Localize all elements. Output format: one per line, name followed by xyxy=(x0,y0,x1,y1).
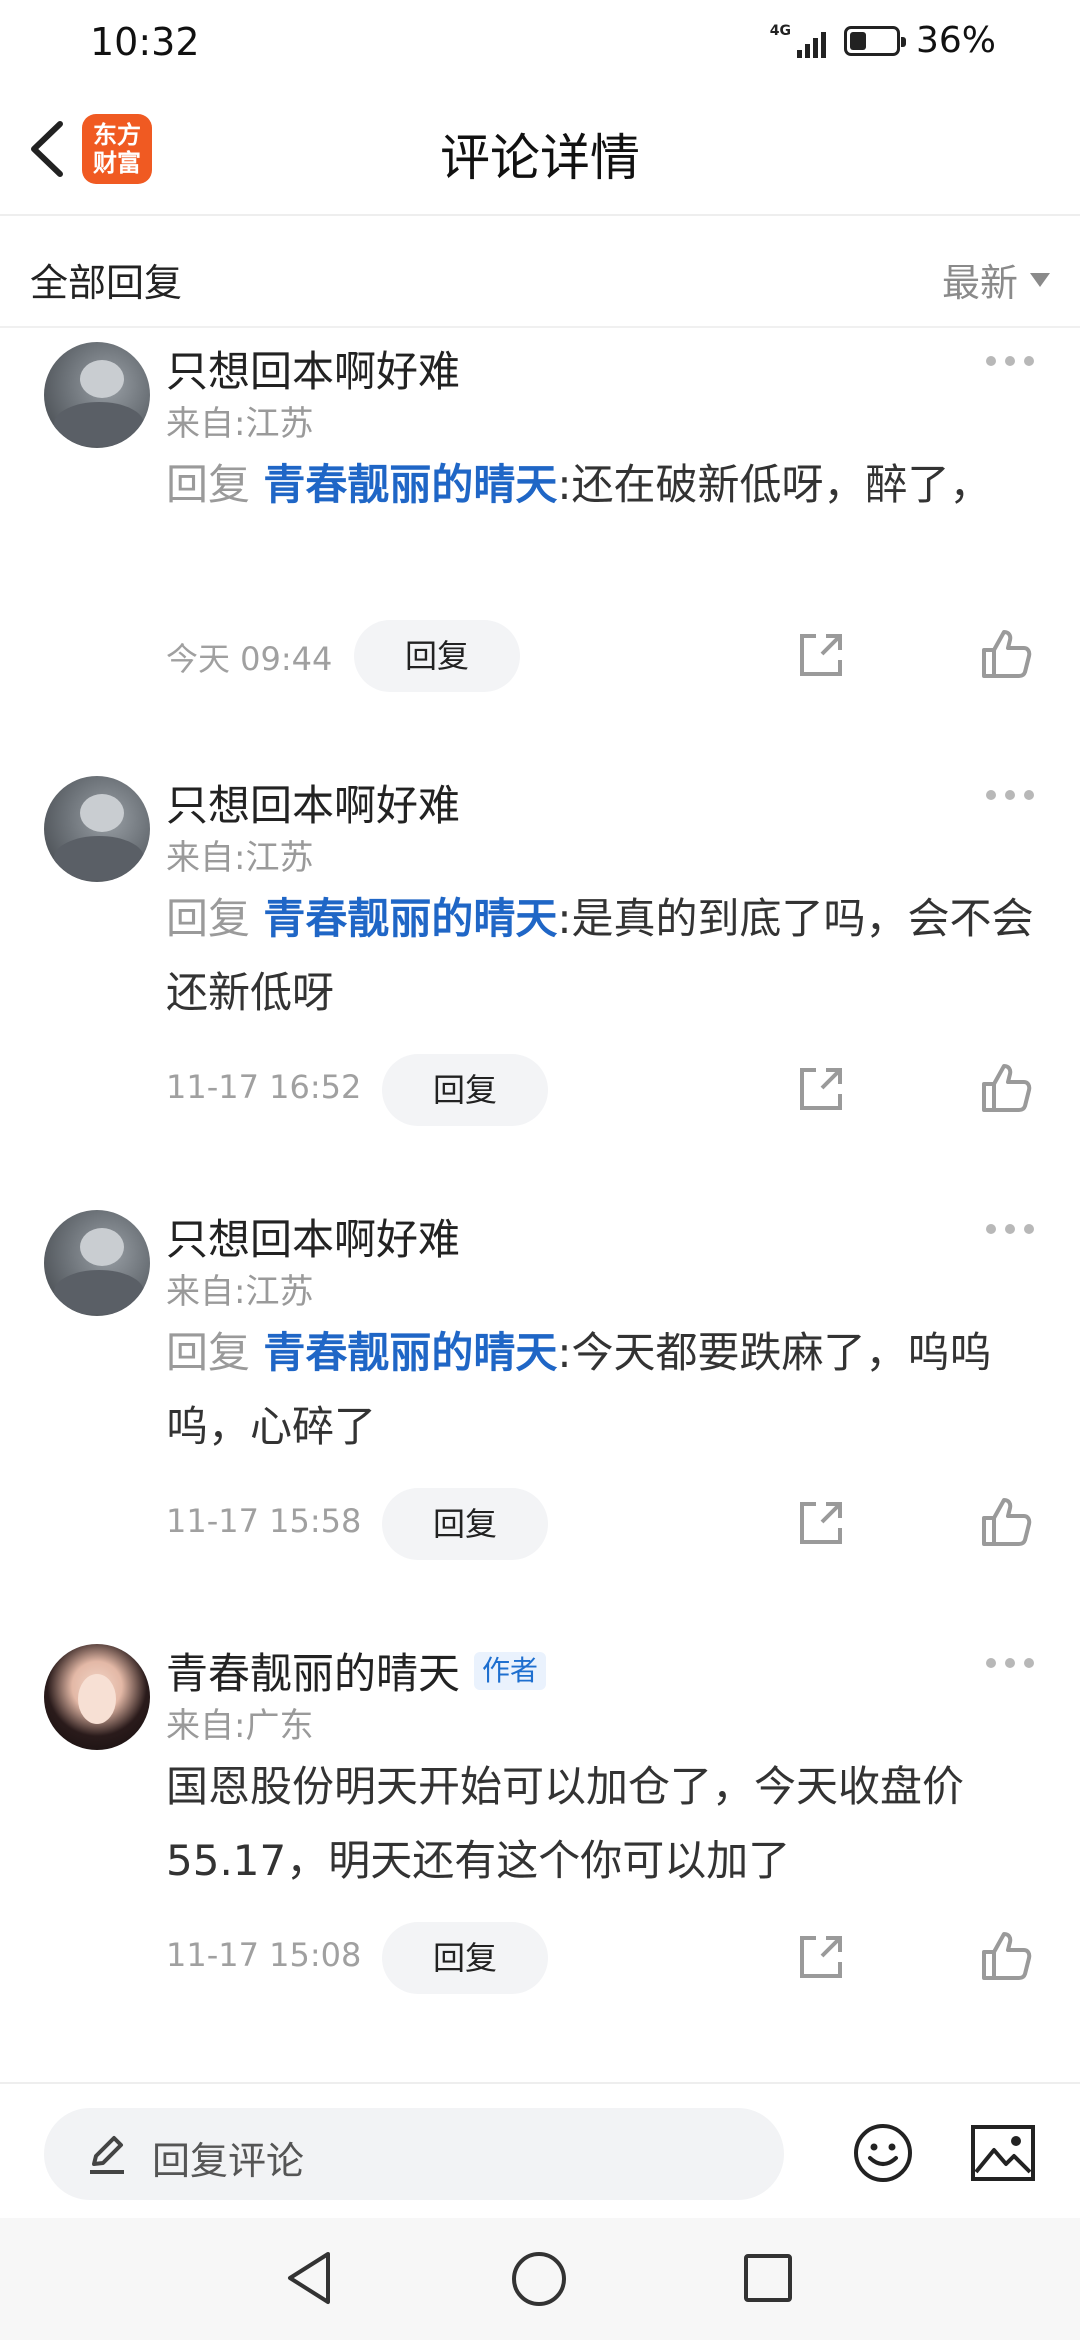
reply-prefix: 回复 xyxy=(166,894,251,943)
comment-item: 只想回本啊好难 来自:江苏 回复 青春靓丽的晴天:是真的到底了吗，会不会还新低呀… xyxy=(0,764,1080,1198)
comment-detail-screen: 10:32 4G 36% 东方 财富 评论详情 全部回复 最新 只想回本啊好难 … xyxy=(0,0,1080,2340)
sort-dropdown[interactable]: 最新 xyxy=(942,252,1050,307)
status-time: 10:32 xyxy=(90,20,200,64)
location-label: 来自:江苏 xyxy=(166,404,314,444)
mention-link[interactable]: 青春靓丽的晴天 xyxy=(263,894,557,943)
comment-item: 青春靓丽的晴天 作者 来自:广东 国恩股份明天开始可以加仓了，今天收盘价55.1… xyxy=(0,1632,1080,2066)
all-replies-label: 全部回复 xyxy=(30,261,183,305)
comment-body: :还在破新低呀，醉了， xyxy=(557,460,992,509)
location-label: 来自:江苏 xyxy=(166,1272,314,1312)
dropdown-arrow-icon xyxy=(1030,272,1050,287)
comment-text: 回复 青春靓丽的晴天:今天都要跌麻了，呜呜呜，心碎了 xyxy=(166,1316,1036,1464)
comment-item: 只想回本啊好难 来自:江苏 回复 青春靓丽的晴天:今天都要跌麻了，呜呜呜，心碎了… xyxy=(0,1198,1080,1632)
username[interactable]: 只想回本啊好难 xyxy=(166,1206,460,1267)
emoji-icon[interactable] xyxy=(852,2122,914,2184)
reply-input-bar: 回复评论 xyxy=(0,2082,1080,2218)
avatar[interactable] xyxy=(44,1644,150,1750)
username[interactable]: 只想回本啊好难 xyxy=(166,772,460,833)
avatar[interactable] xyxy=(44,776,150,882)
reply-button[interactable]: 回复 xyxy=(382,1488,548,1560)
author-badge: 作者 xyxy=(474,1651,547,1690)
location-label: 来自:广东 xyxy=(166,1706,314,1746)
share-icon[interactable] xyxy=(794,1062,848,1116)
reply-input[interactable]: 回复评论 xyxy=(44,2108,784,2200)
username-text: 只想回本啊好难 xyxy=(166,781,461,830)
comment-body: 国恩股份明天开始可以加仓了，今天收盘价55.17，明天还有这个你可以加了 xyxy=(166,1762,965,1885)
thumbs-up-icon[interactable] xyxy=(978,1494,1034,1550)
nav-back-icon[interactable] xyxy=(282,2248,338,2308)
comment-actions: 11-17 16:52 回复 xyxy=(166,1054,1046,1126)
thumbs-up-icon[interactable] xyxy=(978,1928,1034,1984)
mention-link[interactable]: 青春靓丽的晴天 xyxy=(263,1328,557,1377)
username[interactable]: 只想回本啊好难 xyxy=(166,338,460,399)
thumbs-up-icon[interactable] xyxy=(978,1060,1034,1116)
battery-icon xyxy=(843,25,906,56)
comment-time: 11-17 15:58 xyxy=(166,1502,362,1540)
comment-text: 回复 青春靓丽的晴天:还在破新低呀，醉了， xyxy=(166,448,1036,522)
reply-prefix: 回复 xyxy=(166,460,251,509)
comment-text: 回复 青春靓丽的晴天:是真的到底了吗，会不会还新低呀 xyxy=(166,882,1036,1030)
reply-button[interactable]: 回复 xyxy=(354,620,520,692)
replies-subheader: 全部回复 最新 xyxy=(0,216,1080,328)
comment-time: 11-17 16:52 xyxy=(166,1068,362,1106)
share-icon[interactable] xyxy=(794,628,848,682)
thumbs-up-icon[interactable] xyxy=(978,626,1034,682)
signal-icon: 4G xyxy=(770,24,826,58)
comment-item: 只想回本啊好难 来自:江苏 回复 青春靓丽的晴天:还在破新低呀，醉了， 今天 0… xyxy=(0,330,1080,764)
nav-home-icon[interactable] xyxy=(512,2252,566,2306)
reply-prefix: 回复 xyxy=(166,1328,251,1377)
username-text: 只想回本啊好难 xyxy=(166,1215,461,1264)
reply-button[interactable]: 回复 xyxy=(382,1054,548,1126)
avatar[interactable] xyxy=(44,342,150,448)
more-dots-icon[interactable] xyxy=(986,356,1034,368)
header-bar: 东方 财富 评论详情 xyxy=(0,84,1080,216)
nav-recents-icon[interactable] xyxy=(744,2254,792,2302)
reply-button[interactable]: 回复 xyxy=(382,1922,548,1994)
page-title: 评论详情 xyxy=(440,129,640,187)
more-dots-icon[interactable] xyxy=(986,1658,1034,1670)
battery-percent: 36% xyxy=(915,20,996,61)
status-icons: 4G 36% xyxy=(770,20,996,61)
comment-time: 11-17 15:08 xyxy=(166,1936,362,1974)
more-dots-icon[interactable] xyxy=(986,790,1034,802)
mention-link[interactable]: 青春靓丽的晴天 xyxy=(263,460,557,509)
avatar[interactable] xyxy=(44,1210,150,1316)
comment-actions: 今天 09:44 回复 xyxy=(166,620,1046,692)
comment-actions: 11-17 15:58 回复 xyxy=(166,1488,1046,1560)
system-nav-bar xyxy=(0,2218,1080,2340)
image-icon[interactable] xyxy=(970,2124,1036,2182)
comment-text: 国恩股份明天开始可以加仓了，今天收盘价55.17，明天还有这个你可以加了 xyxy=(166,1750,1036,1898)
sort-label: 最新 xyxy=(941,261,1018,305)
location-label: 来自:江苏 xyxy=(166,838,314,878)
share-icon[interactable] xyxy=(794,1930,848,1984)
more-dots-icon[interactable] xyxy=(986,1224,1034,1236)
share-icon[interactable] xyxy=(794,1496,848,1550)
reply-input-placeholder: 回复评论 xyxy=(152,2139,305,2183)
username-text: 只想回本啊好难 xyxy=(166,347,461,396)
comment-actions: 11-17 15:08 回复 xyxy=(166,1922,1046,1994)
network-type: 4G xyxy=(769,22,791,39)
comment-time: 今天 09:44 xyxy=(166,640,333,678)
status-bar: 10:32 4G 36% xyxy=(0,0,1080,84)
pen-icon xyxy=(90,2136,124,2174)
username-text: 青春靓丽的晴天 xyxy=(166,1649,461,1698)
username[interactable]: 青春靓丽的晴天 作者 xyxy=(166,1640,547,1701)
